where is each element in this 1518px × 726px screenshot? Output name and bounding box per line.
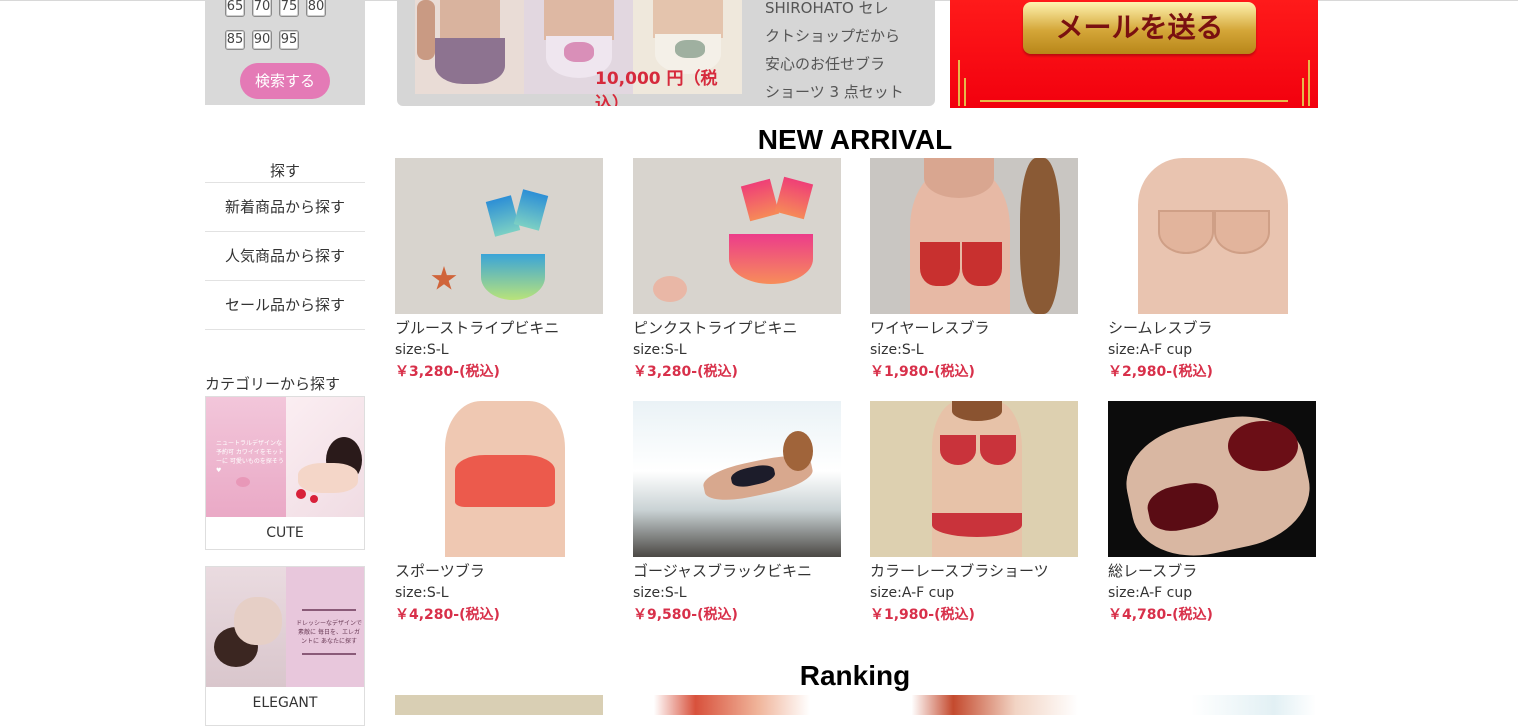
product-name: スポーツブラ bbox=[395, 562, 485, 580]
size-search-panel: 65 70 75 80 85 90 95 検索する bbox=[205, 0, 365, 105]
product-price: ￥4,280-(税込) bbox=[395, 607, 500, 623]
product-card[interactable]: ブルーストライプビキニ size:S-L ￥3,280-(税込) bbox=[395, 158, 605, 381]
category-image-cute: ニュートラルデザインな予約可 カワイイをモットーに 可愛いものを探そう♥ bbox=[206, 397, 364, 517]
product-size: size:S-L bbox=[633, 342, 687, 358]
category-card-elegant[interactable]: ドレッシーなデザインで素敵に 毎日を、エレガントに あなたに探す ELEGANT bbox=[205, 566, 365, 726]
product-size: size:S-L bbox=[395, 585, 449, 601]
set-banner[interactable]: 10,000 円（税込） SHIROHATO セレ クトショップだから 安心のお… bbox=[397, 0, 935, 106]
product-card[interactable]: ピンクストライプビキニ size:S-L ￥3,280-(税込) bbox=[633, 158, 843, 381]
banner-price: 10,000 円（税込） bbox=[595, 69, 718, 106]
product-size: size:A-F cup bbox=[1108, 342, 1193, 358]
ranking-title: Ranking bbox=[799, 660, 911, 691]
size-chip[interactable]: 75 bbox=[279, 0, 299, 17]
size-row-2: 85 90 95 bbox=[225, 30, 299, 50]
banner-text-line: クトショップだから bbox=[765, 27, 901, 45]
size-chip[interactable]: 85 bbox=[225, 30, 245, 50]
category-label: CUTE bbox=[266, 525, 304, 541]
product-image bbox=[633, 158, 841, 314]
gold-frame-right-inner bbox=[1302, 78, 1304, 106]
size-chip[interactable]: 70 bbox=[252, 0, 272, 17]
banner-text-line: SHIROHATO セレ bbox=[765, 0, 889, 17]
product-card[interactable]: カラーレースブラショーツ size:A-F cup ￥1,980-(税込) bbox=[870, 401, 1080, 624]
category-title: カテゴリーから探す bbox=[205, 375, 341, 393]
product-card[interactable]: ワイヤーレスブラ size:S-L ￥1,980-(税込) bbox=[870, 158, 1080, 381]
product-size: size:A-F cup bbox=[1108, 585, 1193, 601]
product-name: ワイヤーレスブラ bbox=[870, 319, 990, 337]
menu-item-sale[interactable]: セール品から探す bbox=[205, 281, 365, 330]
product-price: ￥9,580-(税込) bbox=[633, 607, 738, 623]
product-name: ピンクストライプビキニ bbox=[633, 319, 798, 337]
find-menu: 新着商品から探す 人気商品から探す セール品から探す bbox=[205, 182, 365, 330]
mail-banner: メールを送る bbox=[950, 0, 1318, 108]
product-image bbox=[1108, 401, 1316, 557]
gold-frame-right bbox=[1308, 60, 1310, 106]
product-name: カラーレースブラショーツ bbox=[870, 562, 1049, 580]
banner-photos: 10,000 円（税込） bbox=[415, 0, 743, 106]
product-price: ￥1,980-(税込) bbox=[870, 364, 975, 380]
search-button[interactable]: 検索する bbox=[240, 63, 330, 99]
product-card[interactable]: 総レースブラ size:A-F cup ￥4,780-(税込) bbox=[1108, 401, 1318, 624]
product-name: 総レースブラ bbox=[1108, 562, 1198, 580]
size-chip[interactable]: 65 bbox=[225, 0, 245, 17]
menu-item-popular[interactable]: 人気商品から探す bbox=[205, 232, 365, 281]
size-chip[interactable]: 80 bbox=[306, 0, 326, 17]
category-label: ELEGANT bbox=[252, 695, 318, 711]
category-card-cute[interactable]: ニュートラルデザインな予約可 カワイイをモットーに 可愛いものを探そう♥ CUT… bbox=[205, 396, 365, 550]
gold-frame-left-inner bbox=[964, 78, 966, 106]
category-image-caption: ドレッシーなデザインで素敵に 毎日を、エレガントに あなたに探す bbox=[296, 620, 363, 645]
size-row-1: 65 70 75 80 bbox=[225, 0, 326, 17]
banner-text-line: ショーツ 3 点セット bbox=[765, 83, 904, 101]
product-name: ゴージャスブラックビキニ bbox=[633, 562, 812, 580]
new-arrival-title: NEW ARRIVAL bbox=[757, 124, 953, 155]
find-title: 探す bbox=[269, 162, 300, 180]
product-card[interactable]: スポーツブラ size:S-L ￥4,280-(税込) bbox=[395, 401, 605, 624]
product-card[interactable]: ゴージャスブラックビキニ size:S-L ￥9,580-(税込) bbox=[633, 401, 843, 624]
product-image bbox=[870, 158, 1078, 314]
ranking-thumbnail[interactable] bbox=[870, 695, 1078, 715]
product-size: size:S-L bbox=[870, 342, 924, 358]
product-price: ￥3,280-(税込) bbox=[633, 364, 738, 380]
product-price: ￥3,280-(税込) bbox=[395, 364, 500, 380]
product-name: シームレスブラ bbox=[1108, 319, 1213, 337]
product-image bbox=[633, 401, 841, 557]
banner-text: SHIROHATO セレ クトショップだから 安心のお任せブラ ショーツ 3 点… bbox=[765, 0, 925, 106]
menu-item-new[interactable]: 新着商品から探す bbox=[205, 183, 365, 232]
banner-text-line: 安心のお任せブラ bbox=[765, 55, 886, 73]
product-price: ￥1,980-(税込) bbox=[870, 607, 975, 623]
product-size: size:A-F cup bbox=[870, 585, 955, 601]
ranking-thumbnail[interactable] bbox=[633, 695, 841, 715]
product-card[interactable]: シームレスブラ size:A-F cup ￥2,980-(税込) bbox=[1108, 158, 1318, 381]
product-image bbox=[395, 401, 603, 557]
size-chip[interactable]: 95 bbox=[279, 30, 299, 50]
category-image-elegant: ドレッシーなデザインで素敵に 毎日を、エレガントに あなたに探す bbox=[206, 567, 364, 687]
size-chip[interactable]: 90 bbox=[252, 30, 272, 50]
product-image bbox=[395, 158, 603, 314]
ranking-thumbnail[interactable] bbox=[395, 695, 603, 715]
product-image bbox=[1108, 158, 1316, 314]
product-image bbox=[870, 401, 1078, 557]
send-mail-button[interactable]: メールを送る bbox=[1023, 2, 1256, 54]
category-image-caption: ニュートラルデザインな予約可 カワイイをモットーに 可愛いものを探そう♥ bbox=[216, 440, 284, 474]
product-name: ブルーストライプビキニ bbox=[395, 319, 560, 337]
gold-frame-left bbox=[958, 60, 960, 106]
ranking-thumbnail[interactable] bbox=[1108, 695, 1316, 715]
product-size: size:S-L bbox=[633, 585, 687, 601]
product-price: ￥4,780-(税込) bbox=[1108, 607, 1213, 623]
product-size: size:S-L bbox=[395, 342, 449, 358]
gold-frame-bottom bbox=[980, 100, 1288, 102]
product-price: ￥2,980-(税込) bbox=[1108, 364, 1213, 380]
